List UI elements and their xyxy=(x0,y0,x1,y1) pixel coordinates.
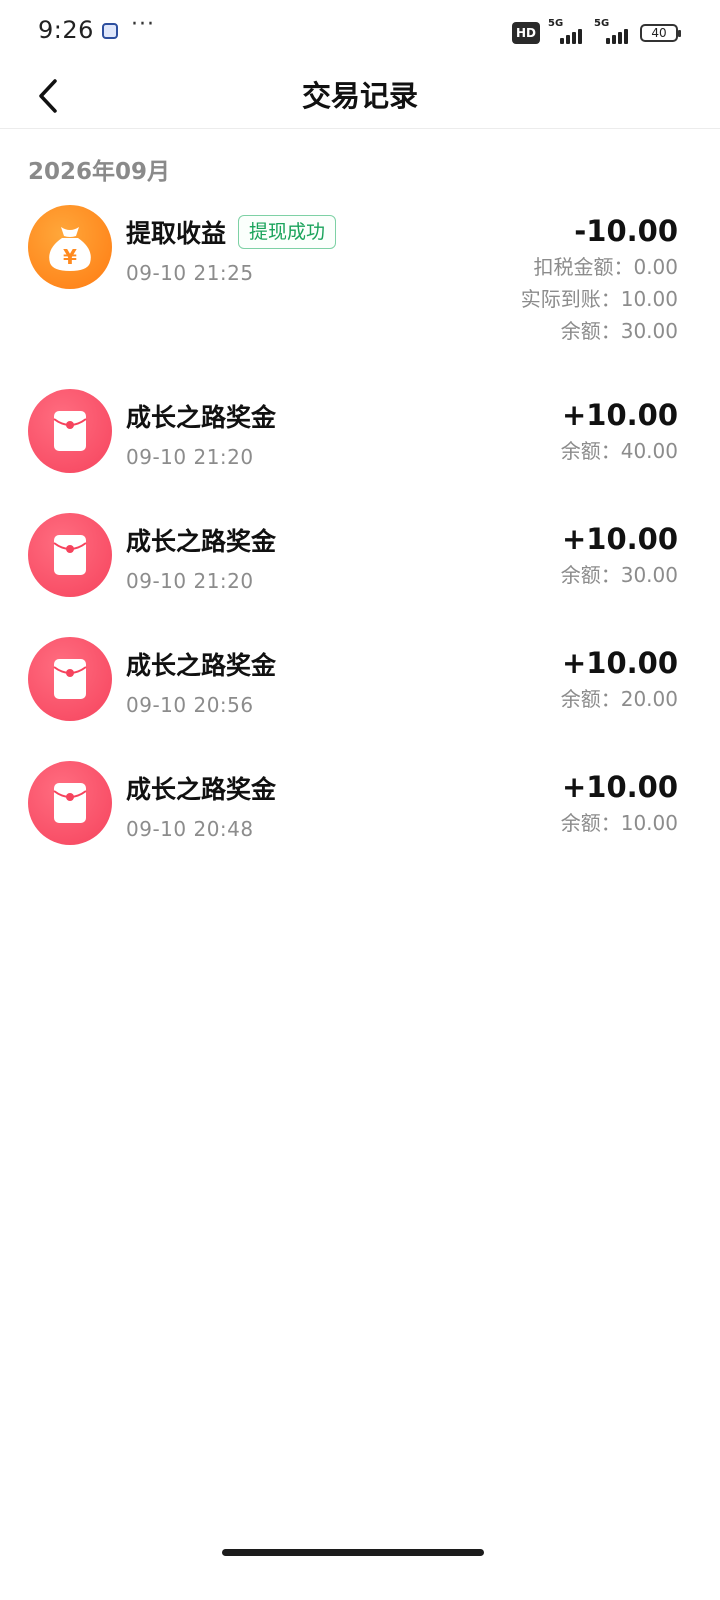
transaction-title: 提取收益 xyxy=(126,219,227,248)
status-time: 9:26 xyxy=(38,16,94,44)
transaction-title: 成长之路奖金 xyxy=(126,403,277,432)
transaction-time: 09-10 20:56 xyxy=(126,693,254,717)
transaction-title: 成长之路奖金 xyxy=(126,527,277,556)
transaction-time: 09-10 21:20 xyxy=(126,445,254,469)
balance: 余额：30.00 xyxy=(560,319,678,343)
transaction-title-row: 成长之路奖金 xyxy=(126,398,276,434)
balance: 余额：30.00 xyxy=(560,563,678,587)
red-envelope-icon xyxy=(28,761,112,845)
status-badge: 提现成功 xyxy=(238,215,337,249)
page-title: 交易记录 xyxy=(301,79,418,113)
status-bar: 9:26 ··· HD 5G 5G 40 xyxy=(0,0,720,64)
transaction-amount: +10.00 xyxy=(561,770,678,804)
month-section-header: 2026年09月 xyxy=(28,159,171,185)
transaction-amount: +10.00 xyxy=(561,398,678,432)
transaction-title-row: 成长之路奖金 xyxy=(126,770,276,806)
transaction-title: 成长之路奖金 xyxy=(126,775,277,804)
transaction-amount-block: -10.00 扣税金额：0.00 实际到账：10.00 余额：30.00 xyxy=(521,211,678,347)
transaction-title-row: 成长之路奖金 xyxy=(126,646,276,682)
transaction-amount-block: +10.00 余额：40.00 xyxy=(561,395,678,467)
nav-header: 交易记录 xyxy=(0,64,720,129)
transaction-amount: +10.00 xyxy=(561,522,678,556)
status-indicators: HD 5G 5G 40 xyxy=(511,18,681,46)
transaction-amount-block: +10.00 余额：10.00 xyxy=(561,767,678,839)
red-envelope-icon xyxy=(28,389,112,473)
actual-received: 实际到账：10.00 xyxy=(520,287,678,311)
app-notification-icon xyxy=(102,23,118,39)
red-envelope-icon xyxy=(28,637,112,721)
transaction-item[interactable]: 成长之路奖金 09-10 20:56 +10.00 余额：20.00 xyxy=(0,637,720,737)
transaction-amount-block: +10.00 余额：20.00 xyxy=(561,643,678,715)
transaction-title: 成长之路奖金 xyxy=(126,651,277,680)
transaction-title-row: 成长之路奖金 xyxy=(126,522,276,558)
transaction-time: 09-10 21:20 xyxy=(126,569,254,593)
tax-amount: 扣税金额：0.00 xyxy=(533,255,678,279)
battery-icon: 40 xyxy=(640,24,681,42)
transaction-amount: +10.00 xyxy=(561,646,678,680)
balance: 余额：40.00 xyxy=(560,439,678,463)
balance: 余额：10.00 xyxy=(560,811,678,835)
transaction-item[interactable]: 成长之路奖金 09-10 21:20 +10.00 余额：40.00 xyxy=(0,389,720,489)
more-notifications-icon: ··· xyxy=(131,12,155,37)
network-type-label: 5G xyxy=(548,18,564,29)
home-indicator[interactable] xyxy=(222,1549,484,1556)
hd-voice-icon: HD xyxy=(511,22,540,44)
transaction-amount: -10.00 xyxy=(574,214,678,248)
signal-strength-icon: 5G xyxy=(548,18,586,46)
transaction-title-row: 提取收益 提现成功 xyxy=(126,214,337,250)
red-envelope-icon xyxy=(28,513,112,597)
transaction-item[interactable]: 成长之路奖金 09-10 21:20 +10.00 余额：30.00 xyxy=(0,513,720,613)
transaction-item[interactable]: ¥ 提取收益 提现成功 09-10 21:25 -10.00 扣税金额：0.00… xyxy=(0,205,720,365)
network-type-label: 5G xyxy=(594,18,610,29)
balance: 余额：20.00 xyxy=(560,687,678,711)
transaction-amount-block: +10.00 余额：30.00 xyxy=(561,519,678,591)
transaction-time: 09-10 20:48 xyxy=(126,817,254,841)
transaction-item[interactable]: 成长之路奖金 09-10 20:48 +10.00 余额：10.00 xyxy=(0,761,720,861)
svg-text:¥: ¥ xyxy=(63,245,77,269)
signal-strength-icon: 5G xyxy=(594,18,632,46)
transaction-time: 09-10 21:25 xyxy=(126,261,254,285)
money-bag-icon: ¥ xyxy=(28,205,112,289)
